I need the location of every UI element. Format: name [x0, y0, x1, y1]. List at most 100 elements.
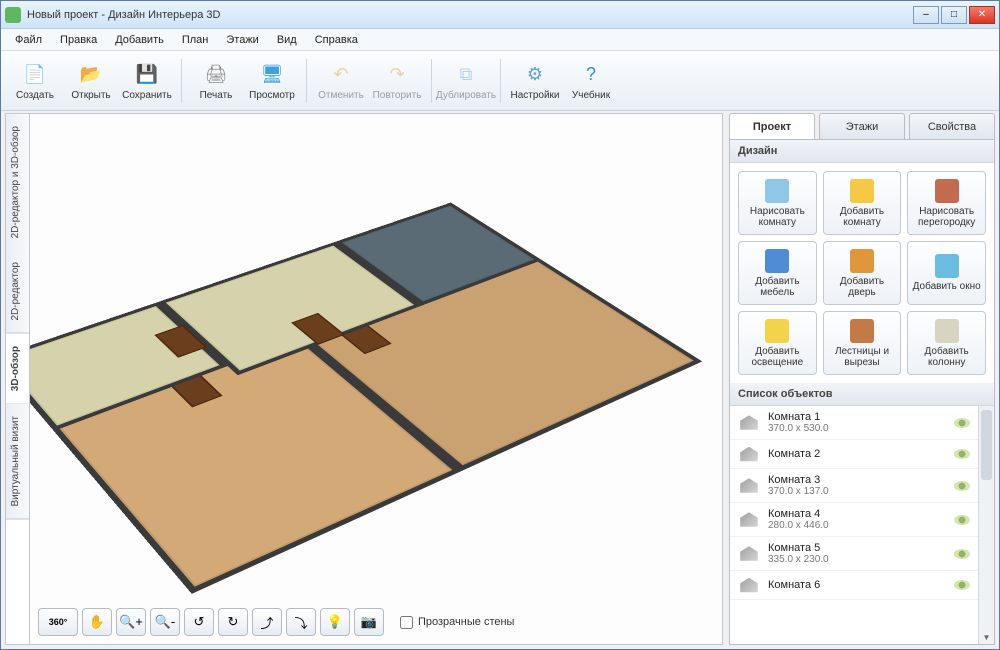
left-tab-2d3d[interactable]: 2D-редактор и 3D-обзор: [6, 114, 29, 250]
object-list[interactable]: Комната 1370.0 x 530.0 Комната 2 Комната 3…: [730, 406, 978, 644]
menu-item-добавить[interactable]: Добавить: [107, 32, 172, 48]
visibility-icon[interactable]: [954, 580, 970, 590]
rotate-left-button[interactable]: ↺: [184, 608, 214, 636]
settings-button[interactable]: ⚙Настройки: [507, 54, 563, 108]
print-label: Печать: [200, 90, 233, 101]
rotate-right-button[interactable]: ↻: [218, 608, 248, 636]
visibility-icon[interactable]: [954, 449, 970, 459]
visibility-icon[interactable]: [954, 515, 970, 525]
open-button[interactable]: 📂Открыть: [63, 54, 119, 108]
zoom-out-button[interactable]: 🔍-: [150, 608, 180, 636]
toolbar-separator: [181, 59, 182, 103]
close-button[interactable]: ✕: [969, 6, 995, 24]
tool-stairs-cut[interactable]: Лестницы и вырезы: [823, 311, 902, 375]
object-dimensions: 280.0 x 446.0: [768, 520, 946, 531]
object-list-item[interactable]: Комната 4280.0 x 446.0: [730, 503, 978, 537]
scroll-thumb[interactable]: [981, 410, 992, 480]
camera-button[interactable]: 📷: [354, 608, 384, 636]
print-button[interactable]: 🖨Печать: [188, 54, 244, 108]
dup-button: ⧉Дублировать: [438, 54, 494, 108]
design-section-header: Дизайн: [730, 140, 994, 163]
object-name: Комната 2: [768, 448, 946, 460]
rotate-360-button[interactable]: 360°: [38, 608, 78, 636]
tool-draw-wall[interactable]: Нарисовать перегородку: [907, 171, 986, 235]
visibility-icon[interactable]: [954, 418, 970, 428]
zoom-in-button[interactable]: 🔍+: [116, 608, 146, 636]
object-list-item[interactable]: Комната 2: [730, 440, 978, 469]
new-label: Создать: [16, 90, 54, 101]
tilt-down-button[interactable]: ⤵: [286, 608, 316, 636]
preview-icon: 🖥: [258, 60, 286, 88]
object-list-header: Список объектов: [730, 383, 994, 406]
tool-add-window[interactable]: Добавить окно: [907, 241, 986, 305]
tool-add-column[interactable]: Добавить колонну: [907, 311, 986, 375]
add-column-icon: [935, 319, 959, 343]
pan-button[interactable]: ✋: [82, 608, 112, 636]
tutorial-button[interactable]: ?Учебник: [563, 54, 619, 108]
object-list-scrollbar[interactable]: ▲ ▼: [978, 406, 994, 644]
menu-item-план[interactable]: План: [174, 32, 217, 48]
add-light-label: Добавить освещение: [739, 346, 816, 368]
visibility-icon[interactable]: [954, 481, 970, 491]
open-label: Открыть: [71, 90, 110, 101]
room-icon: [738, 576, 760, 594]
object-list-item[interactable]: Комната 3370.0 x 137.0: [730, 469, 978, 503]
left-tab-virtual[interactable]: Виртуальный визит: [6, 404, 29, 520]
toolbar-separator: [431, 59, 432, 103]
tool-add-furniture[interactable]: Добавить мебель: [738, 241, 817, 305]
stairs-cut-icon: [850, 319, 874, 343]
transparent-walls-checkbox[interactable]: [400, 616, 413, 629]
tool-draw-room[interactable]: Нарисовать комнату: [738, 171, 817, 235]
object-list-item[interactable]: Комната 6: [730, 571, 978, 600]
add-door-label: Добавить дверь: [824, 276, 901, 298]
undo-button: ↶Отменить: [313, 54, 369, 108]
add-room-label: Добавить комнату: [824, 206, 901, 228]
add-door-icon: [850, 249, 874, 273]
minimize-button[interactable]: –: [913, 6, 939, 24]
draw-wall-label: Нарисовать перегородку: [908, 206, 985, 228]
tab-project[interactable]: Проект: [729, 113, 815, 139]
tool-add-door[interactable]: Добавить дверь: [823, 241, 902, 305]
save-button[interactable]: 💾Сохранить: [119, 54, 175, 108]
menu-item-справка[interactable]: Справка: [307, 32, 366, 48]
main-toolbar: 📄Создать📂Открыть💾Сохранить🖨Печать🖥Просмо…: [1, 51, 999, 111]
scroll-down-arrow[interactable]: ▼: [979, 630, 994, 644]
visibility-icon[interactable]: [954, 549, 970, 559]
menu-item-этажи[interactable]: Этажи: [218, 32, 266, 48]
object-list-item[interactable]: Комната 1370.0 x 530.0: [730, 406, 978, 440]
right-panel-body: Дизайн Нарисовать комнату Добавить комнат…: [729, 139, 995, 645]
new-button[interactable]: 📄Создать: [7, 54, 63, 108]
transparent-walls-toggle[interactable]: Прозрачные стены: [400, 608, 514, 636]
object-name: Комната 5: [768, 542, 946, 554]
scene-3d[interactable]: [30, 114, 722, 644]
draw-room-label: Нарисовать комнату: [739, 206, 816, 228]
view-toolbar: 360° ✋ 🔍+ 🔍- ↺ ↻ ⤴ ⤵ 💡 📷 Прозрачные стен…: [38, 608, 514, 636]
maximize-button[interactable]: □: [941, 6, 967, 24]
object-name: Комната 4: [768, 508, 946, 520]
titlebar: Новый проект - Дизайн Интерьера 3D – □ ✕: [1, 1, 999, 29]
tab-properties[interactable]: Свойства: [909, 113, 995, 139]
add-column-label: Добавить колонну: [908, 346, 985, 368]
menu-item-файл[interactable]: Файл: [7, 32, 50, 48]
right-panel: ПроектЭтажиСвойства Дизайн Нарисовать ко…: [729, 113, 995, 645]
tool-add-room[interactable]: Добавить комнату: [823, 171, 902, 235]
tilt-up-button[interactable]: ⤴: [252, 608, 282, 636]
app-icon: [5, 7, 21, 23]
dup-icon: ⧉: [452, 60, 480, 88]
preview-button[interactable]: 🖥Просмотр: [244, 54, 300, 108]
left-tab-3d[interactable]: 3D-обзор: [6, 334, 29, 404]
light-toggle-button[interactable]: 💡: [320, 608, 350, 636]
add-room-icon: [850, 179, 874, 203]
tool-add-light[interactable]: Добавить освещение: [738, 311, 817, 375]
viewport-3d[interactable]: 360° ✋ 🔍+ 🔍- ↺ ↻ ⤴ ⤵ 💡 📷 Прозрачные стен…: [29, 113, 723, 645]
menu-item-вид[interactable]: Вид: [269, 32, 305, 48]
object-list-item[interactable]: Комната 5335.0 x 230.0: [730, 537, 978, 571]
menu-item-правка[interactable]: Правка: [52, 32, 105, 48]
settings-icon: ⚙: [521, 60, 549, 88]
room-icon: [738, 477, 760, 495]
add-window-icon: [935, 254, 959, 278]
redo-button: ↷Повторить: [369, 54, 425, 108]
tab-floors[interactable]: Этажи: [819, 113, 905, 139]
left-tab-2d[interactable]: 2D-редактор: [6, 250, 29, 334]
window-controls: – □ ✕: [913, 6, 995, 24]
